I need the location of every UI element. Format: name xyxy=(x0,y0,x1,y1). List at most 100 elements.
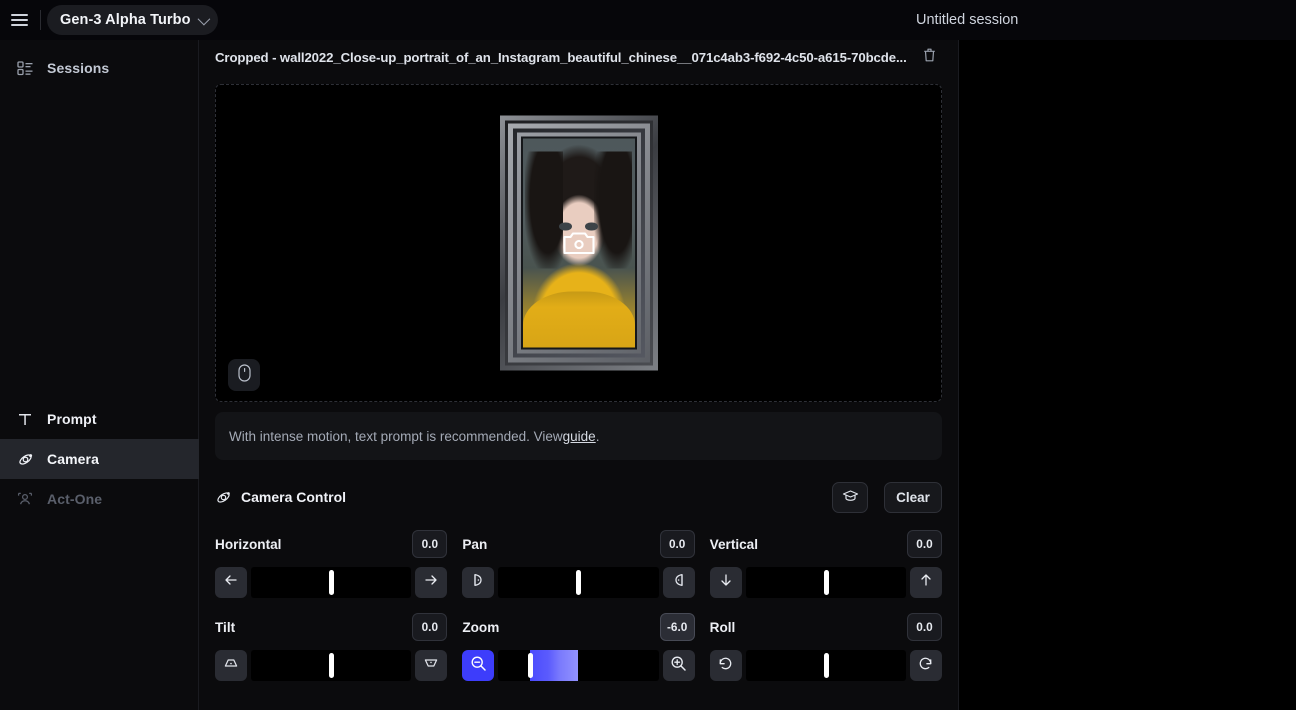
camera-control-roll: Roll 0.0 xyxy=(709,613,942,681)
rotate-ccw-button[interactable] xyxy=(709,650,742,681)
camera-control-pan: Pan 0.0 xyxy=(462,530,695,598)
tilt-down-icon xyxy=(423,655,439,676)
control-value-input[interactable]: 0.0 xyxy=(906,613,942,641)
control-header: Pan 0.0 xyxy=(462,530,695,558)
arrow-right-button[interactable] xyxy=(415,567,448,598)
pan-right-icon xyxy=(671,572,687,593)
control-header: Horizontal 0.0 xyxy=(215,530,448,558)
main-panel: Cropped - wall2022_Close-up_portrait_of_… xyxy=(199,40,959,710)
camera-orbit-icon xyxy=(16,450,34,468)
camera-control-zoom: Zoom -6.0 xyxy=(462,613,695,681)
control-slider-row xyxy=(462,567,695,598)
guide-link[interactable]: guide xyxy=(563,429,596,444)
control-value-input[interactable]: 0.0 xyxy=(412,613,448,641)
control-slider-track[interactable] xyxy=(498,650,659,681)
motion-hint-banner: With intense motion, text prompt is reco… xyxy=(215,412,942,460)
hair-left xyxy=(524,151,563,269)
hamburger-icon xyxy=(10,14,28,26)
arrow-left-button[interactable] xyxy=(215,567,247,598)
control-slider-track[interactable] xyxy=(745,650,906,681)
control-slider-track[interactable] xyxy=(251,650,412,681)
hamburger-menu-button[interactable] xyxy=(0,0,38,40)
control-slider-thumb[interactable] xyxy=(823,653,829,678)
sidebar-item-label: Camera xyxy=(47,451,99,467)
session-title[interactable]: Untitled session xyxy=(916,0,1018,40)
chevron-down-icon xyxy=(197,12,210,25)
toolbar-divider xyxy=(40,10,41,30)
camera-control-header: Camera Control Clear xyxy=(215,481,942,513)
zoom-out-button[interactable] xyxy=(462,650,495,681)
rotate-cw-button[interactable] xyxy=(909,650,942,681)
mouse-icon xyxy=(237,363,251,387)
arrow-down-button[interactable] xyxy=(709,567,742,598)
learn-button[interactable] xyxy=(832,481,868,513)
control-slider-fill xyxy=(530,650,579,681)
camera-icon xyxy=(562,230,596,257)
model-selector[interactable]: Gen-3 Alpha Turbo xyxy=(47,5,218,35)
sidebar-item-label: Act-One xyxy=(47,491,103,507)
person-performance-icon xyxy=(16,490,34,508)
camera-control-tilt: Tilt 0.0 xyxy=(215,613,448,681)
zoom-in-button[interactable] xyxy=(662,650,695,681)
mouse-hint-button[interactable] xyxy=(228,359,260,391)
control-slider-row xyxy=(215,650,448,681)
sidebar-item-camera[interactable]: Camera xyxy=(0,439,199,479)
arrow-left-icon xyxy=(223,572,239,593)
control-slider-thumb[interactable] xyxy=(329,653,335,678)
pan-left-icon xyxy=(470,572,486,593)
control-header: Zoom -6.0 xyxy=(462,613,695,641)
rotate-cw-icon xyxy=(917,655,934,677)
tilt-up-button[interactable] xyxy=(215,650,247,681)
control-slider-thumb[interactable] xyxy=(823,570,829,595)
camera-control-vertical: Vertical 0.0 xyxy=(709,530,942,598)
zoom-out-icon xyxy=(470,655,487,677)
sidebar-item-act-one[interactable]: Act-One xyxy=(0,479,199,519)
camera-control-title: Camera Control xyxy=(241,489,347,505)
control-slider-track[interactable] xyxy=(251,567,412,598)
arrow-up-button[interactable] xyxy=(909,567,942,598)
control-value-input[interactable]: 0.0 xyxy=(906,530,942,558)
pan-left-button[interactable] xyxy=(462,567,495,598)
model-selector-label: Gen-3 Alpha Turbo xyxy=(60,12,191,28)
control-label: Vertical xyxy=(709,536,759,552)
camera-orbit-icon xyxy=(215,489,232,506)
sidebar-item-prompt[interactable]: Prompt xyxy=(0,399,199,439)
sidebar-item-sessions[interactable]: Sessions xyxy=(0,48,198,88)
hint-period: . xyxy=(595,428,600,444)
rotate-ccw-icon xyxy=(717,655,734,677)
left-sidebar: Sessions Prompt Camera Act-One xyxy=(0,40,199,710)
text-type-icon xyxy=(16,410,34,428)
control-slider-thumb[interactable] xyxy=(528,653,534,678)
control-value-input[interactable]: 0.0 xyxy=(659,530,695,558)
arrow-up-icon xyxy=(918,572,934,593)
tilt-down-button[interactable] xyxy=(415,650,448,681)
control-slider-thumb[interactable] xyxy=(329,570,335,595)
delete-asset-button[interactable] xyxy=(916,45,942,71)
control-slider-track[interactable] xyxy=(745,567,906,598)
control-label: Tilt xyxy=(215,619,236,635)
control-value-input[interactable]: -6.0 xyxy=(659,613,695,641)
control-label: Zoom xyxy=(462,619,500,635)
control-header: Vertical 0.0 xyxy=(710,530,942,558)
image-preview-canvas[interactable] xyxy=(215,84,942,402)
control-slider-track[interactable] xyxy=(498,567,659,598)
control-label: Horizontal xyxy=(215,536,282,552)
clear-button[interactable]: Clear xyxy=(884,481,942,513)
camera-control-grid: Horizontal 0.0 Pan 0.0 Vertical 0.0 Tilt 0.0 Zoo… xyxy=(215,530,942,696)
zoom-in-icon xyxy=(670,655,687,677)
control-slider-row xyxy=(709,650,942,681)
list-layout-icon xyxy=(16,59,34,77)
arrow-down-icon xyxy=(718,572,734,593)
trash-icon xyxy=(922,47,937,68)
camera-control-horizontal: Horizontal 0.0 xyxy=(215,530,448,598)
top-bar: Gen-3 Alpha Turbo Untitled session xyxy=(0,0,1296,40)
hint-text: With intense motion, text prompt is reco… xyxy=(229,428,563,444)
control-slider-row xyxy=(462,650,695,681)
sidebar-item-label: Sessions xyxy=(47,60,110,76)
pan-right-button[interactable] xyxy=(662,567,695,598)
control-slider-thumb[interactable] xyxy=(576,570,582,595)
sidebar-item-label: Prompt xyxy=(47,411,97,427)
control-value-input[interactable]: 0.0 xyxy=(412,530,448,558)
arrow-right-icon xyxy=(423,572,439,593)
control-label: Pan xyxy=(462,536,488,552)
